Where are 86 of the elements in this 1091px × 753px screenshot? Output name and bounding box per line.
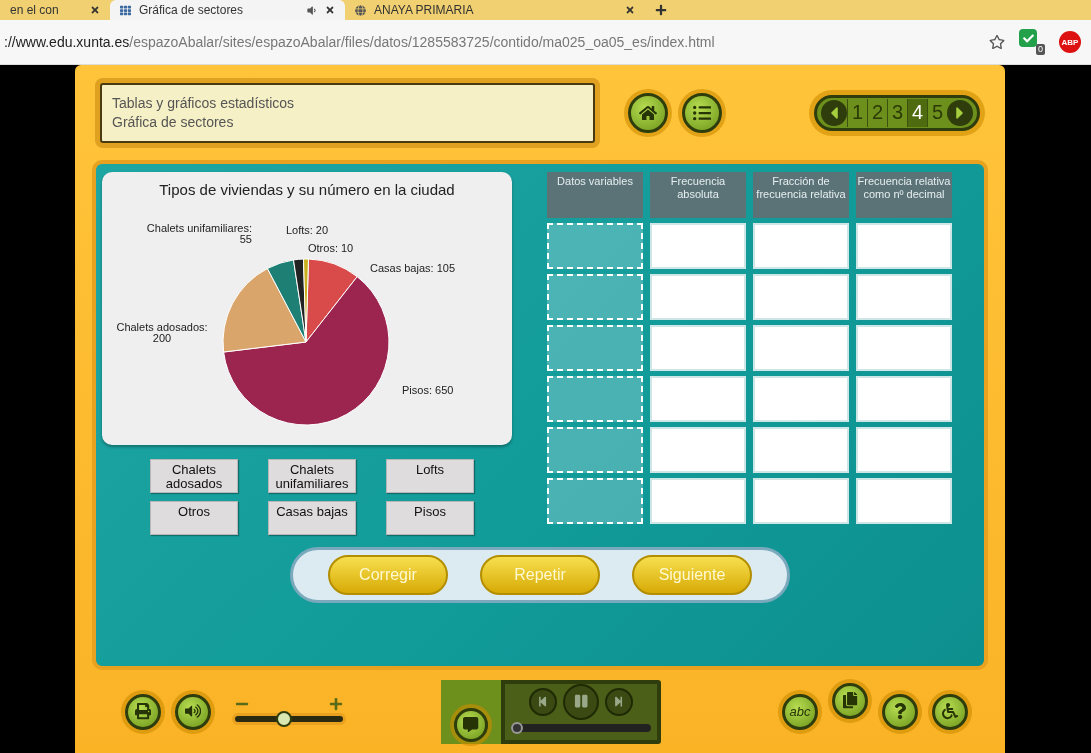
data-label: Lofts: 20 [285, 224, 329, 236]
index-button[interactable] [682, 92, 722, 133]
answer-box[interactable] [753, 376, 849, 422]
answer-tile[interactable]: Casas bajas [268, 501, 356, 535]
volume-button[interactable] [175, 693, 211, 730]
speaker-icon [306, 4, 317, 16]
progress-bar[interactable] [511, 723, 651, 732]
address-url[interactable]: ://www.edu.xunta.es/espazoAbalar/sites/espazoAbalar/files/datos/1285583725/contido/ma025_oa05_es/index.html [4, 34, 989, 50]
answer-tile[interactable]: Pisos [386, 501, 474, 535]
drop-zone[interactable] [547, 274, 643, 320]
print-button[interactable] [125, 693, 161, 730]
answer-tile[interactable]: Chalets adosados [150, 459, 238, 493]
skip-back-icon [537, 695, 549, 708]
new-tab-icon[interactable] [655, 4, 667, 16]
drop-zone[interactable] [547, 478, 643, 524]
next-icon[interactable] [947, 99, 973, 126]
home-button[interactable] [628, 92, 668, 133]
slider-thumb[interactable] [276, 710, 293, 727]
drop-zone[interactable] [547, 325, 643, 371]
documents-button[interactable] [832, 682, 868, 719]
answer-box[interactable] [856, 274, 952, 320]
column-header: Fracción de frecuencia relativa [753, 172, 849, 218]
data-label: Pisos: 650 [402, 384, 454, 396]
list-icon [693, 103, 711, 122]
column-header: Frecuencia relativa como nº decimal [856, 172, 952, 218]
previous-icon[interactable] [821, 99, 847, 126]
answer-box[interactable] [753, 427, 849, 473]
skip-forward-icon [613, 695, 625, 708]
title-text: Tablas y gráficos estadísticos [112, 95, 296, 111]
data-label: Casas bajas: 105 [370, 262, 455, 274]
data-label: Chalets unifamiliares: 55 [146, 222, 252, 245]
answer-tile[interactable]: Otros [150, 501, 238, 535]
drop-zone[interactable] [547, 223, 643, 269]
help-button[interactable] [882, 693, 918, 730]
data-label: Otros: 10 [308, 242, 354, 254]
answer-box[interactable] [856, 223, 952, 269]
drop-zone[interactable] [547, 376, 643, 422]
browser-tab[interactable]: Gráfica de sectores [110, 0, 345, 20]
answer-box[interactable] [753, 274, 849, 320]
drop-zone[interactable] [547, 427, 643, 473]
pause-button[interactable] [563, 683, 599, 720]
close-icon[interactable] [325, 5, 335, 15]
page-button[interactable]: 4 [907, 98, 927, 127]
answer-box[interactable] [650, 325, 746, 371]
data-label: Chalets adosados: 200 [116, 321, 208, 344]
answer-box[interactable] [753, 325, 849, 371]
subtitles-button[interactable] [454, 707, 488, 742]
column-header: Frecuencia absoluta [650, 172, 746, 218]
progress-thumb[interactable] [511, 721, 523, 734]
speaker-icon [184, 703, 202, 720]
close-icon[interactable] [90, 5, 100, 15]
answer-box[interactable] [753, 223, 849, 269]
next-button[interactable] [605, 687, 633, 716]
page-icon [120, 4, 131, 16]
answer-box[interactable] [856, 325, 952, 371]
home-icon [639, 103, 657, 122]
answer-box[interactable] [856, 376, 952, 422]
answer-box[interactable] [650, 274, 746, 320]
documents-icon [841, 692, 859, 709]
answer-box[interactable] [650, 376, 746, 422]
browser-tab[interactable]: ANAYA PRIMARIA [345, 0, 645, 20]
plus-icon [329, 696, 343, 711]
answer-box[interactable] [650, 223, 746, 269]
previous-button[interactable] [529, 687, 557, 716]
star-icon[interactable] [989, 34, 1005, 50]
pause-icon [573, 694, 589, 709]
close-icon[interactable] [625, 5, 635, 15]
answer-tile[interactable]: Chalets unifamiliares [268, 459, 356, 493]
wheelchair-icon [941, 703, 959, 720]
volume-slider[interactable] [235, 710, 343, 727]
title-text: Gráfica de sectores [112, 114, 235, 130]
answer-box[interactable] [856, 478, 952, 524]
printer-icon [134, 703, 152, 720]
glossary-button[interactable]: abc [782, 693, 818, 730]
browser-tab[interactable]: en el con [0, 0, 110, 20]
answer-box[interactable] [753, 478, 849, 524]
speech-bubble-icon [463, 716, 479, 733]
answer-box[interactable] [650, 427, 746, 473]
answer-box[interactable] [650, 478, 746, 524]
column-header: Datos variables [547, 172, 643, 218]
answer-box[interactable] [856, 427, 952, 473]
globe-icon [355, 4, 366, 16]
adblock-icon[interactable]: ABP [1059, 31, 1081, 53]
chart-title: Tipos de viviendas y su número en la ciudad [158, 181, 456, 198]
accessibility-button[interactable] [932, 693, 968, 730]
answer-tile[interactable]: Lofts [386, 459, 474, 493]
